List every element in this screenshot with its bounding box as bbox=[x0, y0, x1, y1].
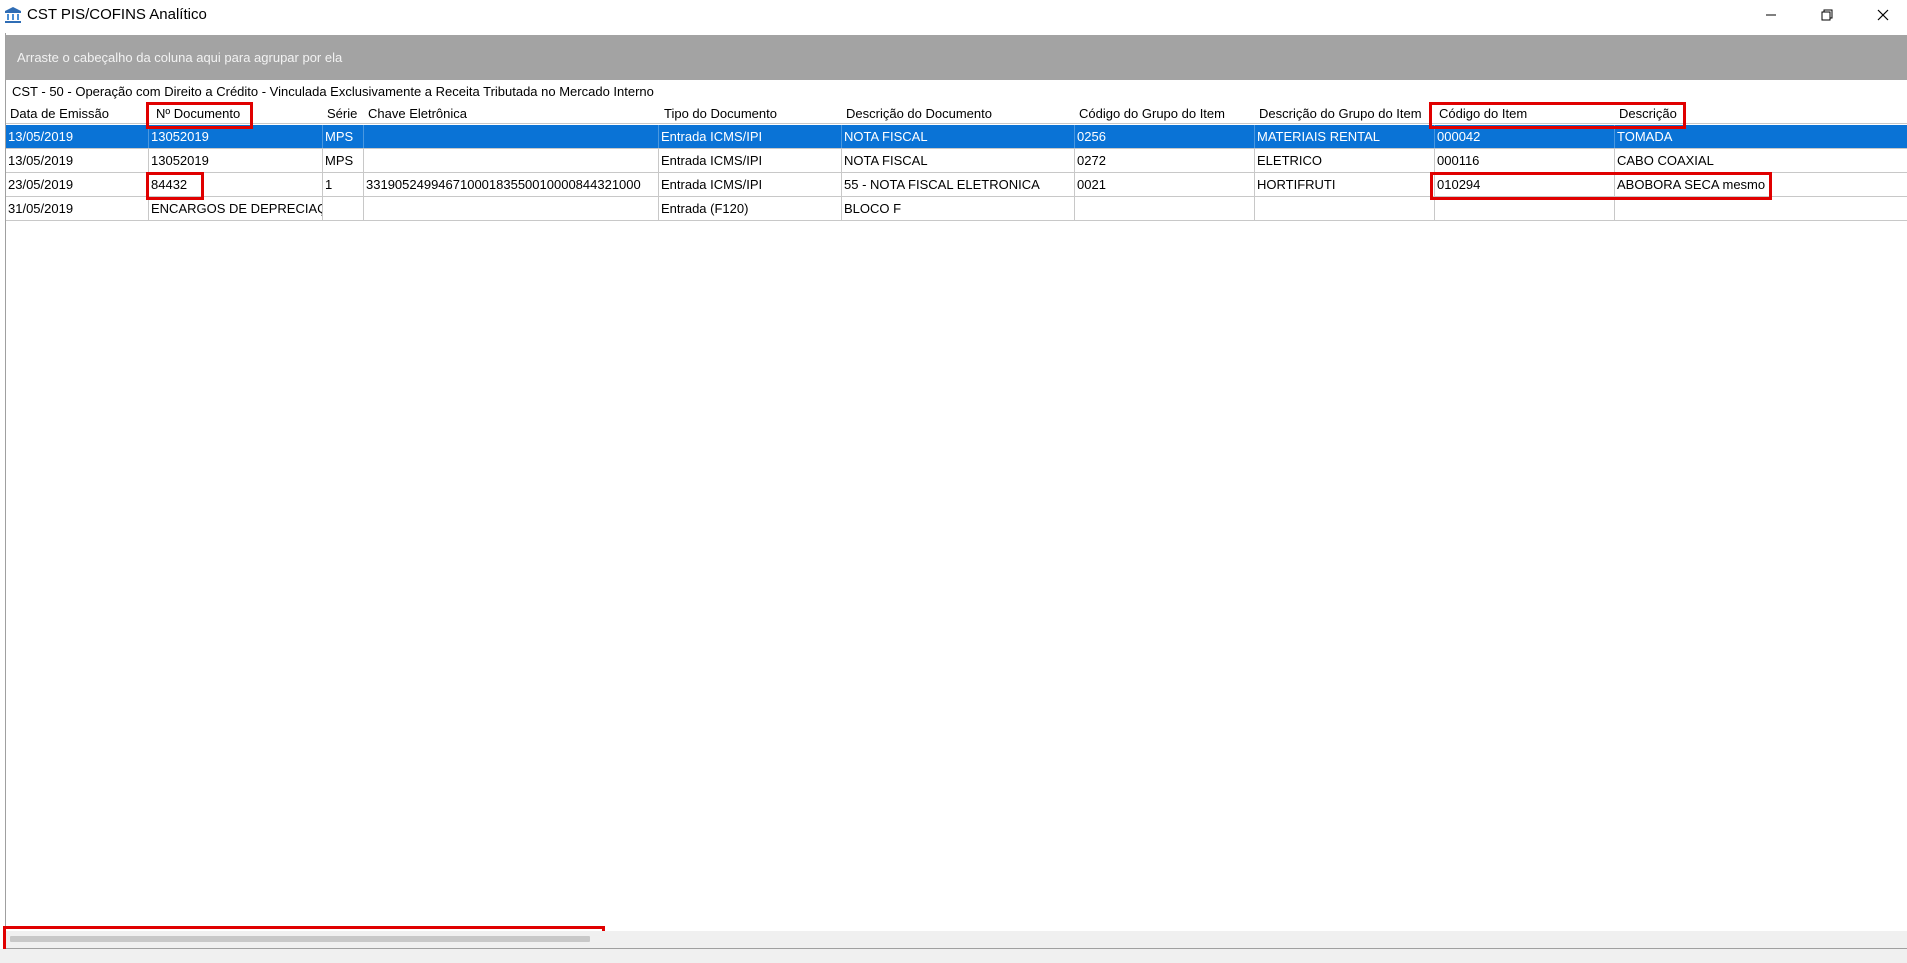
group-by-panel[interactable]: Arraste o cabeçalho da coluna aqui para … bbox=[6, 35, 1907, 80]
cell-tipo-documento: Entrada ICMS/IPI bbox=[659, 173, 842, 196]
table-row[interactable]: 13/05/2019 13052019 MPS Entrada ICMS/IPI… bbox=[6, 125, 1907, 149]
close-icon bbox=[1877, 9, 1889, 21]
cell-codigo-item: 000042 bbox=[1435, 125, 1615, 148]
cell-codigo-grupo-item: 0256 bbox=[1075, 125, 1255, 148]
cell-n-documento: 13052019 bbox=[149, 125, 323, 148]
minimize-button[interactable] bbox=[1743, 0, 1799, 30]
cell-codigo-grupo-item bbox=[1075, 197, 1255, 220]
table-row[interactable]: 23/05/2019 84432 1 331905249946710001835… bbox=[6, 173, 1907, 197]
scrollbar-thumb[interactable] bbox=[10, 936, 590, 942]
status-bar bbox=[0, 949, 1907, 963]
restore-icon bbox=[1821, 9, 1833, 21]
cell-chave-eletronica bbox=[364, 149, 659, 172]
cell-codigo-grupo-item: 0021 bbox=[1075, 173, 1255, 196]
cell-descricao bbox=[1615, 197, 1907, 220]
cell-descricao-grupo-item: HORTIFRUTI bbox=[1255, 173, 1435, 196]
cell-codigo-item: 010294 bbox=[1435, 173, 1615, 196]
cell-serie: MPS bbox=[323, 125, 364, 148]
col-header-codigo-grupo-item[interactable]: Código do Grupo do Item bbox=[1079, 106, 1225, 121]
cell-descricao-grupo-item: ELETRICO bbox=[1255, 149, 1435, 172]
cell-serie: 1 bbox=[323, 173, 364, 196]
cell-descricao-documento: 55 - NOTA FISCAL ELETRONICA bbox=[842, 173, 1075, 196]
group-row-label[interactable]: CST - 50 - Operação com Direito a Crédit… bbox=[12, 84, 654, 99]
cell-data-emissao: 13/05/2019 bbox=[6, 149, 149, 172]
restore-button[interactable] bbox=[1799, 0, 1855, 30]
cell-descricao-documento: BLOCO F bbox=[842, 197, 1075, 220]
cell-tipo-documento: Entrada ICMS/IPI bbox=[659, 149, 842, 172]
table-row[interactable]: 31/05/2019 ENCARGOS DE DEPRECIAÇÃO Entra… bbox=[6, 197, 1907, 221]
group-by-hint: Arraste o cabeçalho da coluna aqui para … bbox=[17, 50, 343, 65]
cell-serie: MPS bbox=[323, 149, 364, 172]
cell-n-documento: 84432 bbox=[149, 173, 323, 196]
cell-data-emissao: 31/05/2019 bbox=[6, 197, 149, 220]
cell-data-emissao: 13/05/2019 bbox=[6, 125, 149, 148]
cell-descricao-grupo-item bbox=[1255, 197, 1435, 220]
cell-descricao-documento: NOTA FISCAL bbox=[842, 149, 1075, 172]
cell-descricao: ABOBORA SECA mesmo bbox=[1617, 177, 1766, 192]
cell-codigo-grupo-item: 0272 bbox=[1075, 149, 1255, 172]
col-header-data-emissao[interactable]: Data de Emissão bbox=[10, 106, 109, 121]
data-grid: CST - 50 - Operação com Direito a Crédit… bbox=[6, 80, 1907, 931]
minimize-icon bbox=[1766, 14, 1776, 16]
cell-tipo-documento: Entrada ICMS/IPI bbox=[659, 125, 842, 148]
cell-descricao: CABO COAXIAL bbox=[1617, 153, 1714, 168]
col-header-serie[interactable]: Série bbox=[327, 106, 357, 121]
col-header-descricao-documento[interactable]: Descrição do Documento bbox=[846, 106, 992, 121]
title-bar: CST PIS/COFINS Analítico bbox=[0, 0, 1907, 30]
cell-chave-eletronica: 33190524994671000183550010000844321000 bbox=[364, 173, 659, 196]
col-header-tipo-documento[interactable]: Tipo do Documento bbox=[664, 106, 777, 121]
cell-chave-eletronica bbox=[364, 125, 659, 148]
cell-tipo-documento: Entrada (F120) bbox=[659, 197, 842, 220]
grid-header: Data de Emissão Nº Documento Série Chave… bbox=[6, 102, 1907, 124]
cell-codigo-item: 000116 bbox=[1435, 149, 1615, 172]
close-button[interactable] bbox=[1855, 0, 1907, 30]
col-header-descricao-grupo-item[interactable]: Descrição do Grupo do Item bbox=[1259, 106, 1422, 121]
cell-chave-eletronica bbox=[364, 197, 659, 220]
cell-n-documento: ENCARGOS DE DEPRECIAÇÃO bbox=[149, 197, 323, 220]
cell-n-documento: 13052019 bbox=[149, 149, 323, 172]
table-row[interactable]: 13/05/2019 13052019 MPS Entrada ICMS/IPI… bbox=[6, 149, 1907, 173]
col-header-descricao[interactable]: Descrição bbox=[1619, 106, 1677, 121]
cell-descricao-grupo-item: MATERIAIS RENTAL bbox=[1255, 125, 1435, 148]
cell-descricao: TOMADA bbox=[1617, 129, 1673, 144]
window-title: CST PIS/COFINS Analítico bbox=[27, 6, 207, 23]
cell-serie bbox=[323, 197, 364, 220]
cell-descricao-documento: NOTA FISCAL bbox=[842, 125, 1075, 148]
cell-data-emissao: 23/05/2019 bbox=[6, 173, 149, 196]
col-header-chave-eletronica[interactable]: Chave Eletrônica bbox=[368, 106, 467, 121]
col-header-codigo-item[interactable]: Código do Item bbox=[1439, 106, 1527, 121]
col-header-n-documento[interactable]: Nº Documento bbox=[156, 106, 240, 121]
horizontal-scrollbar[interactable] bbox=[6, 931, 1907, 948]
bank-building-icon bbox=[4, 6, 22, 24]
cell-codigo-item bbox=[1435, 197, 1615, 220]
